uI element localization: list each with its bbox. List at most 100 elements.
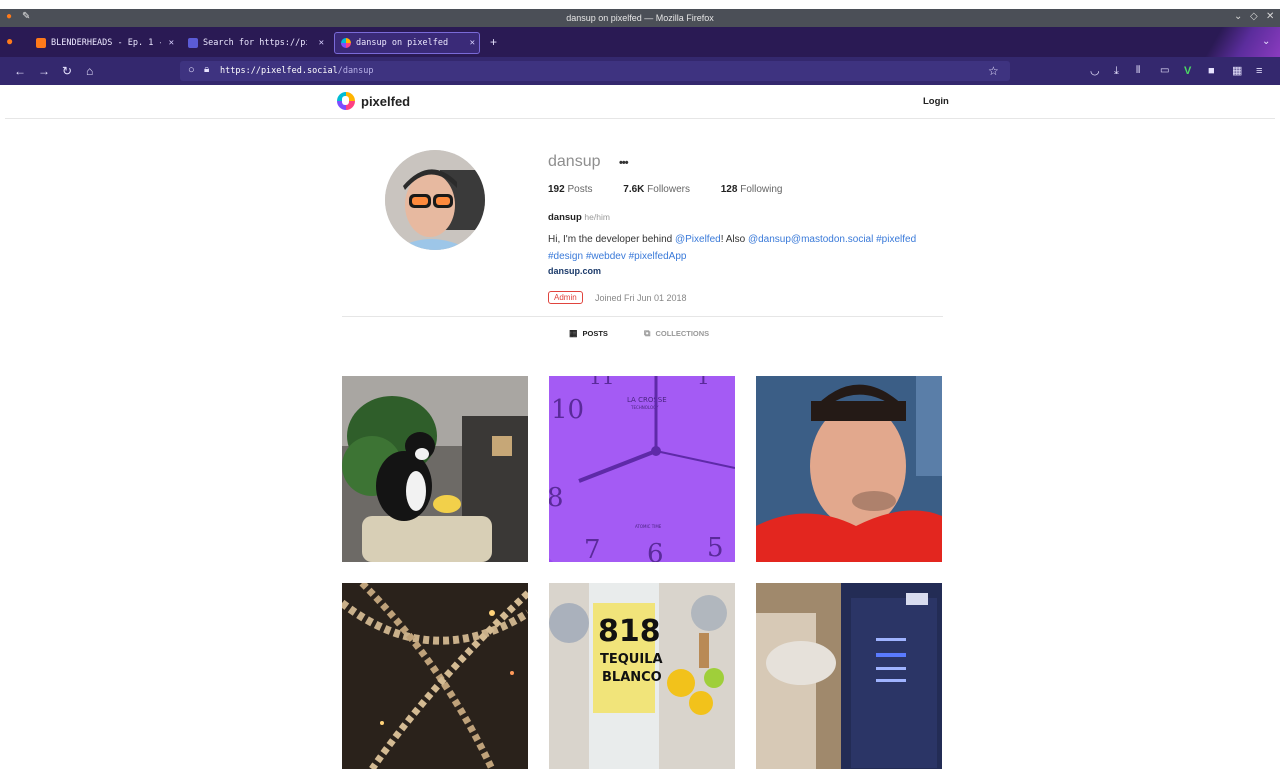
forward-icon[interactable]: →	[38, 64, 50, 78]
collections-icon: ⧉	[644, 328, 651, 338]
bookmark-star-icon[interactable]: ☆	[988, 64, 999, 78]
tab-posts-label: POSTS	[582, 329, 608, 338]
following-count: 128	[720, 184, 738, 195]
following-stat[interactable]: 128 Following	[721, 184, 783, 195]
mention-link[interactable]: @dansup@mastodon.social	[748, 234, 873, 245]
avatar-photo	[385, 150, 485, 250]
more-options-icon[interactable]: •••	[619, 157, 629, 169]
clock-numeral: 6	[647, 539, 664, 562]
admin-badge: Admin	[548, 291, 583, 304]
post-image-laptop	[756, 583, 942, 769]
tab-list-icon[interactable]: ⌄	[1262, 36, 1270, 47]
apps-grid-icon[interactable]: ▦	[1232, 64, 1242, 78]
blender-favicon-icon	[36, 38, 46, 48]
tab-posts[interactable]: ▦ POSTS	[569, 328, 608, 339]
lock-icon[interactable]: 🔒︎	[204, 64, 209, 75]
followers-stat[interactable]: 7.6K Followers	[623, 184, 690, 195]
post-thumbnail[interactable]	[342, 376, 528, 562]
followers-label: Followers	[647, 184, 690, 195]
downloads-icon[interactable]: ⤓	[1114, 64, 1119, 78]
hashtag-link[interactable]: #webdev	[586, 251, 626, 262]
profile-stats: 192 Posts 7.6K Followers 128 Following	[548, 184, 810, 195]
post-image-selfie	[756, 376, 942, 562]
display-name: dansup	[548, 212, 582, 223]
post-image-clock: 11 1 10 8 7 6 5 LA CROSSE TECHNOLOGY ATO…	[549, 376, 735, 562]
back-icon[interactable]: ←	[14, 64, 26, 78]
hashtag-link[interactable]: #pixelfedApp	[629, 251, 687, 262]
tab-search[interactable]: Search for https://pixel ✕	[188, 32, 328, 54]
bio-text: Hi, I'm the developer behind	[548, 234, 675, 245]
tab-blenderheads[interactable]: BLENDERHEADS - Ep. 1 - Pe ✕	[36, 32, 178, 54]
extension-icon[interactable]: ■	[1208, 64, 1215, 78]
sidebar-icon[interactable]: ▭	[1160, 64, 1169, 78]
post-thumbnail[interactable]	[756, 376, 942, 562]
profile-username: dansup	[548, 153, 601, 170]
menu-icon[interactable]: ≡	[1256, 64, 1262, 78]
url-path: /dansup	[337, 66, 374, 76]
pronouns: he/him	[584, 212, 610, 222]
window-title: dansup on pixelfed — Mozilla Firefox	[566, 13, 714, 23]
clock-numeral: 11	[589, 376, 614, 389]
clock-brand: LA CROSSE	[627, 396, 667, 404]
address-bar[interactable]: ○ 🔒︎ https://pixelfed.social/dansup ☆	[180, 61, 1010, 81]
divider	[342, 316, 943, 317]
pixelfed-favicon-icon	[341, 38, 351, 48]
following-label: Following	[740, 184, 783, 195]
tequila-line1: TEQUILA	[600, 652, 663, 667]
avatar[interactable]	[385, 150, 485, 250]
library-icon[interactable]: ⫴	[1136, 64, 1140, 78]
tequila-line2: BLANCO	[602, 670, 662, 685]
grid-icon: ▦	[569, 328, 578, 338]
joined-date: Joined Fri Jun 01 2018	[595, 293, 687, 303]
close-window-icon[interactable]: ✕	[1266, 11, 1274, 22]
followers-count: 7.6K	[623, 184, 645, 195]
pocket-icon[interactable]: ◡	[1090, 64, 1100, 78]
url-host: https://pixelfed.social	[220, 66, 338, 76]
post-image-tequila: 818 TEQUILA BLANCO	[549, 583, 735, 769]
maximize-icon[interactable]: ◇	[1250, 11, 1258, 22]
close-tab-icon[interactable]: ✕	[169, 38, 174, 48]
tab-collections[interactable]: ⧉ COLLECTIONS	[644, 328, 709, 339]
clock-numeral: 7	[584, 535, 601, 562]
tab-label: BLENDERHEADS - Ep. 1 - Pe	[51, 38, 161, 48]
website-link[interactable]: dansup.com	[548, 266, 601, 276]
home-icon[interactable]: ⌂	[86, 64, 93, 78]
post-image-chandelier	[342, 583, 528, 769]
mention-link[interactable]: @Pixelfed	[675, 234, 721, 245]
clock-numeral: 8	[549, 483, 564, 513]
tequila-number: 818	[598, 614, 661, 649]
close-tab-icon[interactable]: ✕	[470, 38, 475, 48]
new-tab-icon[interactable]: +	[490, 35, 497, 49]
tracking-protection-icon[interactable]: ○	[188, 64, 195, 76]
search-favicon-icon	[188, 38, 198, 48]
url-text[interactable]: https://pixelfed.social/dansup	[220, 66, 374, 76]
vim-extension-icon[interactable]: V	[1184, 64, 1191, 78]
profile-bio: Hi, I'm the developer behind @Pixelfed! …	[548, 231, 968, 265]
clock-numeral: 5	[707, 533, 724, 562]
close-tab-icon[interactable]: ✕	[319, 38, 324, 48]
tab-bar: ● BLENDERHEADS - Ep. 1 - Pe ✕ Search for…	[0, 27, 1280, 57]
login-link[interactable]: Login	[923, 96, 949, 107]
window-titlebar: ● ✎ dansup on pixelfed — Mozilla Firefox…	[0, 9, 1280, 27]
post-thumbnail[interactable]: 818 TEQUILA BLANCO	[549, 583, 735, 769]
display-name-line: dansup he/him	[548, 212, 610, 223]
site-logo[interactable]: pixelfed	[337, 92, 410, 110]
post-thumbnail[interactable]	[756, 583, 942, 769]
hashtag-link[interactable]: #design	[548, 251, 583, 262]
post-thumbnail[interactable]	[342, 583, 528, 769]
clock-atomic: ATOMIC TIME	[635, 524, 662, 529]
pixelfed-logo-icon	[337, 92, 355, 110]
tab-pixelfed[interactable]: dansup on pixelfed ✕	[334, 32, 480, 54]
firefox-view-icon[interactable]: ●	[6, 34, 13, 48]
post-thumbnail[interactable]: 11 1 10 8 7 6 5 LA CROSSE TECHNOLOGY ATO…	[549, 376, 735, 562]
tab-label: dansup on pixelfed	[356, 38, 449, 48]
logo-text: pixelfed	[361, 93, 411, 109]
clock-numeral: 1	[697, 376, 710, 389]
hashtag-link[interactable]: #pixelfed	[876, 234, 916, 245]
posts-count: 192	[548, 184, 565, 195]
site-navbar: pixelfed Login	[5, 85, 1275, 119]
reload-icon[interactable]: ↻	[62, 64, 72, 78]
posts-stat[interactable]: 192 Posts	[548, 184, 592, 195]
minimize-icon[interactable]: ⌄	[1234, 11, 1242, 22]
bio-text: ! Also	[720, 234, 748, 245]
